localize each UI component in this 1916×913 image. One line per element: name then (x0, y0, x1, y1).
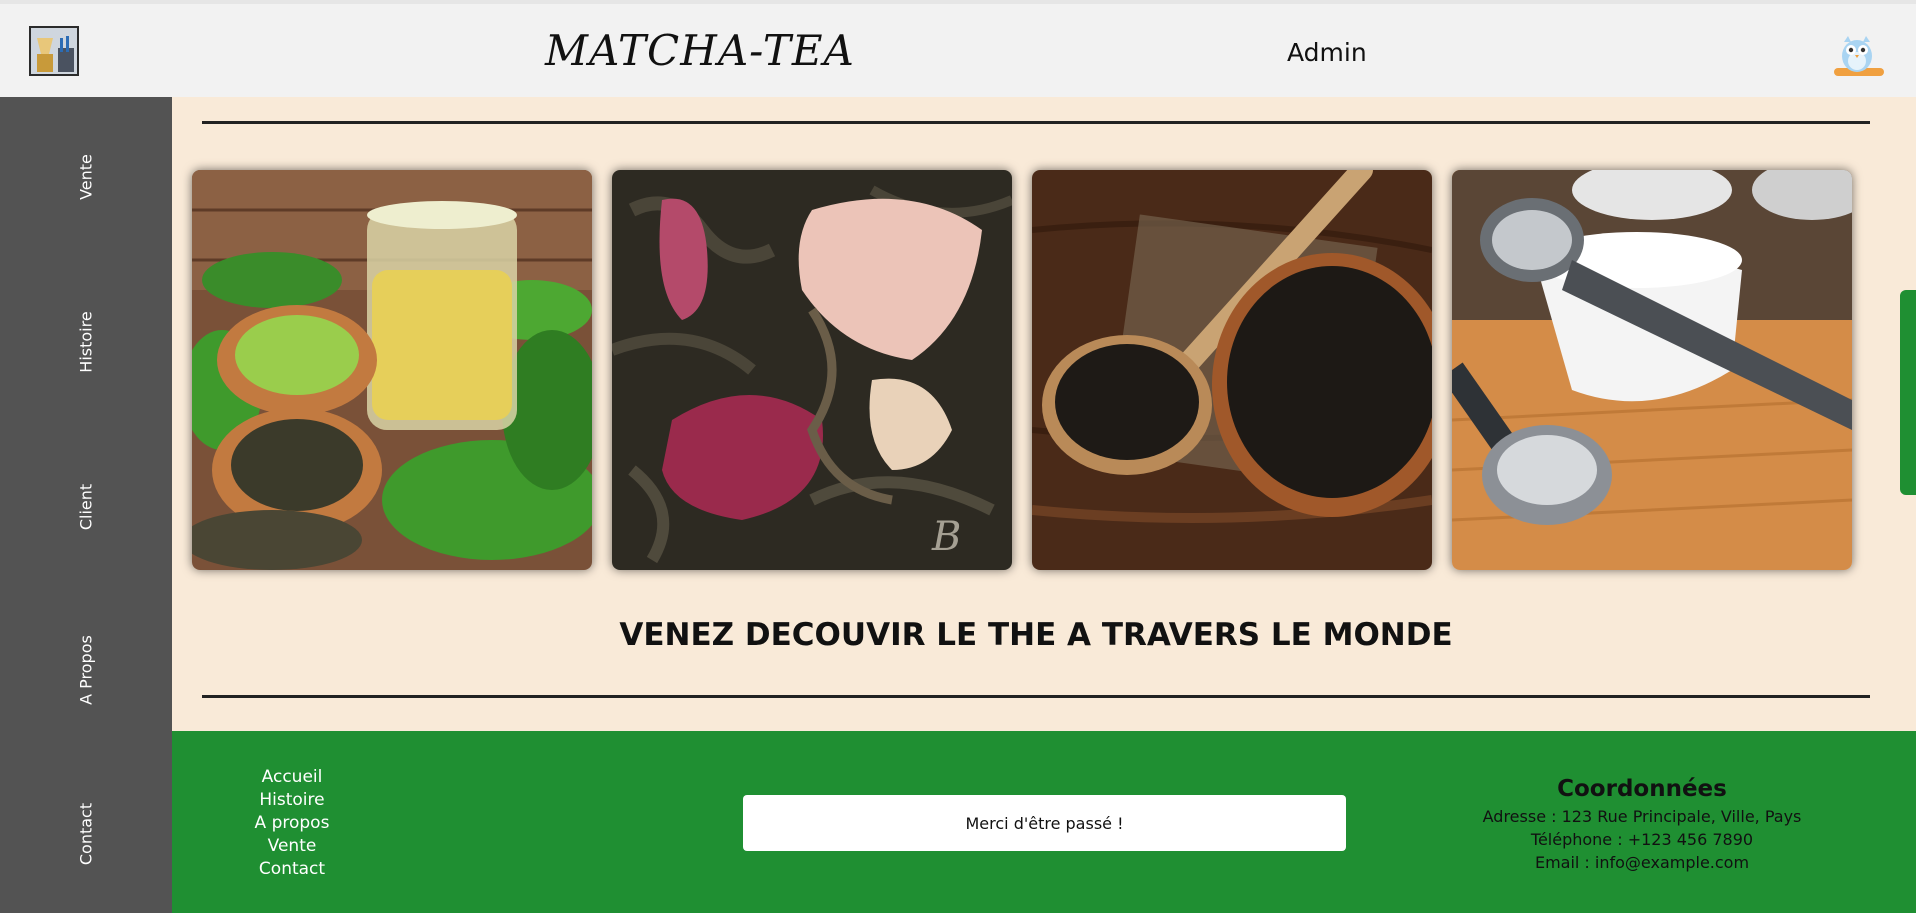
sidebar-nav: Vente Histoire Client A Propos Contact (0, 97, 172, 913)
footer-nav: Accueil Histoire A propos Vente Contact (237, 766, 347, 881)
footer-link-vente[interactable]: Vente (237, 835, 347, 858)
contact-email: Email : info@example.com (1534, 853, 1750, 872)
sidebar-item-label[interactable]: Contact (77, 803, 96, 865)
contact-title: Coordonnées (1557, 776, 1727, 802)
divider-bottom (202, 695, 1870, 698)
thanks-box: Merci d'être passé ! (743, 795, 1346, 851)
matcha-green-tea-image (192, 170, 592, 570)
gallery-card[interactable]: B (612, 170, 1012, 570)
sidebar-item-label[interactable]: Client (77, 484, 96, 530)
footer: Accueil Histoire A propos Vente Contact … (172, 731, 1916, 913)
tea-tools-logo-icon[interactable] (29, 26, 79, 76)
brand-title[interactable]: MATCHA-TEA (545, 26, 855, 75)
sidebar-item-label[interactable]: Histoire (77, 311, 96, 372)
main-content: B VENEZ DECOUVIR LE THE A TRAVERS LE MON… (172, 97, 1916, 731)
admin-label[interactable]: Admin (1287, 38, 1367, 67)
sidebar-item-label[interactable]: Vente (77, 154, 96, 200)
footer-link-accueil[interactable]: Accueil (237, 766, 347, 789)
side-scroll-tab[interactable] (1900, 290, 1916, 495)
footer-link-histoire[interactable]: Histoire (237, 789, 347, 812)
tagline: VENEZ DECOUVIR LE THE A TRAVERS LE MONDE (619, 617, 1453, 653)
top-header: MATCHA-TEA Admin (0, 0, 1916, 97)
gallery-card[interactable] (1452, 170, 1852, 570)
black-tea-spoon-bowl-image (1032, 170, 1432, 570)
owl-avatar-icon[interactable] (1832, 28, 1886, 82)
svg-text:B: B (931, 514, 961, 560)
contact-address: Adresse : 123 Rue Principale, Ville, Pay… (1482, 807, 1802, 826)
gallery-card[interactable] (192, 170, 592, 570)
footer-link-contact[interactable]: Contact (237, 858, 347, 881)
sidebar-item-label[interactable]: A Propos (77, 635, 96, 705)
gallery-card[interactable] (1032, 170, 1432, 570)
footer-link-a-propos[interactable]: A propos (237, 812, 347, 835)
dried-tea-rose-petals-image: B (612, 170, 1012, 570)
contact-info: Coordonnées Adresse : 123 Rue Principale… (1452, 776, 1832, 874)
contact-phone: Téléphone : +123 456 7890 (1530, 830, 1754, 849)
tea-measuring-spoon-image (1452, 170, 1852, 570)
divider-top (202, 121, 1870, 124)
